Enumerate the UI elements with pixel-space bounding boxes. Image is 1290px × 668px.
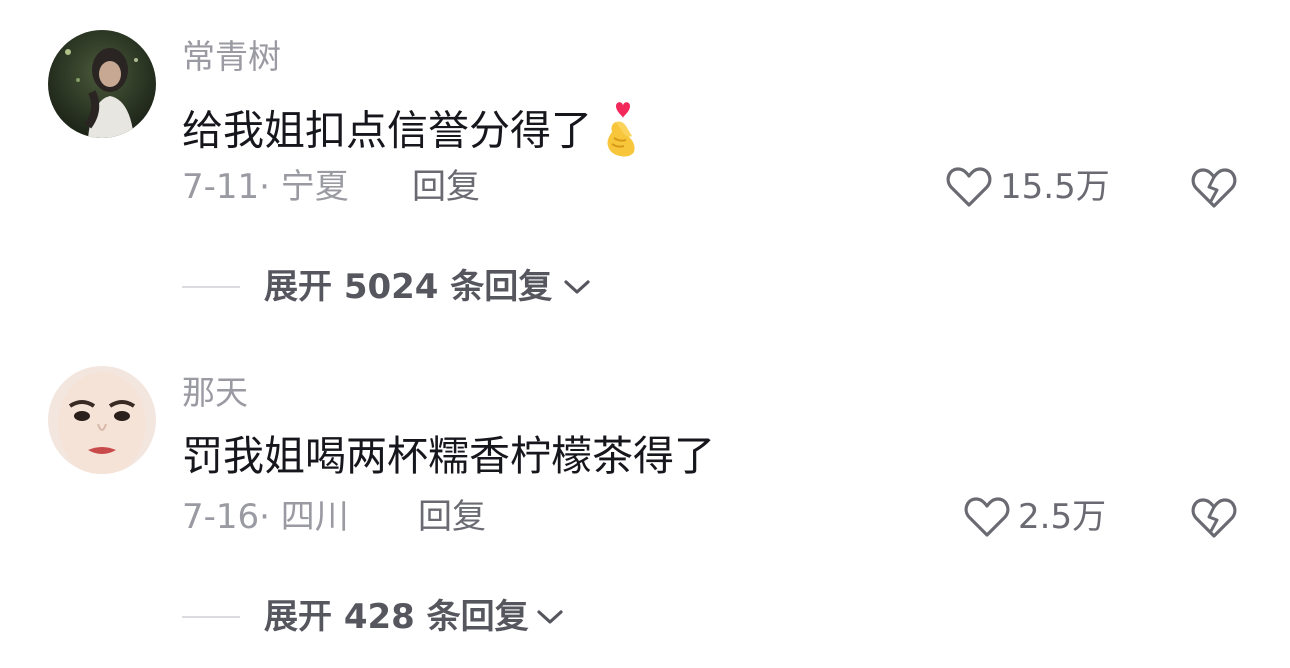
expand-replies-button[interactable]: 展开 428 条回复: [182, 600, 565, 634]
heart-outline-icon: [964, 497, 1010, 537]
comment-username[interactable]: 那天: [182, 376, 248, 409]
broken-heart-icon: [1191, 168, 1237, 208]
avatar[interactable]: [48, 30, 156, 138]
like-button[interactable]: 2.5万: [964, 496, 1106, 538]
divider-line: [182, 616, 240, 618]
heart-outline-icon: [946, 167, 992, 207]
chevron-down-icon: [537, 610, 563, 624]
finger-heart-emoji-icon: [600, 102, 644, 165]
chevron-down-icon: [564, 280, 590, 294]
comment-text: 罚我姐喝两杯糯香柠檬茶得了: [182, 432, 715, 480]
expand-replies-button[interactable]: 展开 5024 条回复: [182, 270, 592, 304]
like-count: 15.5万: [1000, 167, 1110, 207]
divider-line: [182, 286, 240, 288]
comment-date-region: 7-16· 四川: [182, 497, 349, 537]
dislike-button[interactable]: [1190, 496, 1238, 544]
expand-replies-label: 展开 5024 条回复: [264, 267, 553, 307]
comment-username[interactable]: 常青树: [182, 40, 281, 73]
reply-button[interactable]: 回复: [412, 170, 480, 204]
dislike-button[interactable]: [1190, 166, 1238, 214]
comment-text: 给我姐扣点信誉分得了: [182, 102, 644, 165]
expand-replies-label: 展开 428 条回复: [264, 597, 529, 637]
like-button[interactable]: 15.5万: [946, 166, 1110, 208]
reply-button[interactable]: 回复: [418, 500, 486, 534]
comment-text-body: 给我姐扣点信誉分得了: [182, 106, 592, 155]
avatar[interactable]: [48, 366, 156, 474]
like-count: 2.5万: [1018, 497, 1107, 537]
comment-date-region: 7-11· 宁夏: [182, 167, 349, 207]
broken-heart-icon: [1191, 498, 1237, 538]
